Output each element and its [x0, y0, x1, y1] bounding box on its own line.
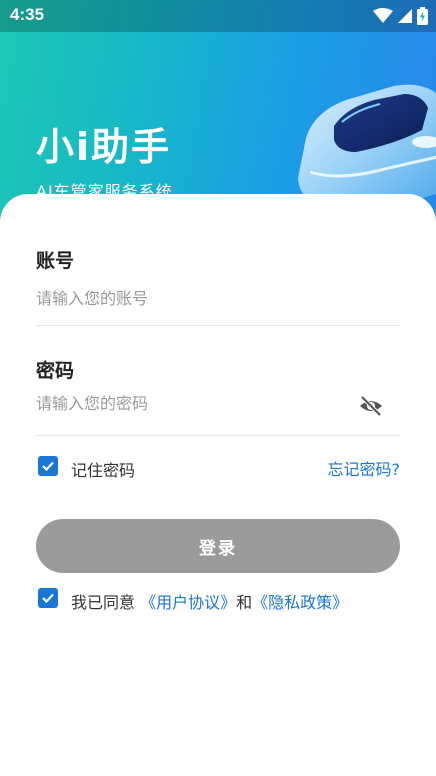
password-input[interactable]: [36, 388, 346, 418]
agreement-text: 我已同意 《用户协议》和《隐私政策》: [71, 589, 348, 613]
agreement-checkbox[interactable]: [38, 588, 58, 608]
remember-password-label: 记住密码: [71, 461, 136, 480]
account-divider: [36, 325, 400, 326]
checkmark-icon: [42, 461, 54, 472]
password-divider: [36, 435, 400, 436]
agreement-conjunction: 和: [236, 593, 253, 612]
forgot-password-link[interactable]: 忘记密码?: [328, 456, 401, 480]
user-agreement-link[interactable]: 《用户协议》: [140, 593, 236, 612]
status-icons: [373, 7, 428, 25]
remember-password-checkbox[interactable]: [38, 456, 58, 476]
eye-off-icon[interactable]: [358, 395, 384, 417]
login-card: 账号 密码 记住密码 忘记密码? 登录 我已同意 《用户协议》和《隐私政策》: [0, 194, 436, 776]
signal-icon: [398, 9, 412, 23]
privacy-policy-link[interactable]: 《隐私政策》: [252, 593, 348, 612]
password-label: 密码: [36, 360, 75, 382]
app-title: 小i助手: [36, 125, 172, 169]
battery-icon: [417, 7, 428, 25]
status-time: 4:35: [10, 5, 45, 24]
checkmark-icon: [42, 593, 54, 604]
account-label: 账号: [36, 250, 75, 272]
wifi-icon: [373, 8, 393, 23]
agreement-prefix: 我已同意: [71, 593, 136, 612]
account-input[interactable]: [36, 283, 366, 313]
status-bar: 4:35: [0, 0, 436, 32]
login-button[interactable]: 登录: [36, 519, 400, 573]
